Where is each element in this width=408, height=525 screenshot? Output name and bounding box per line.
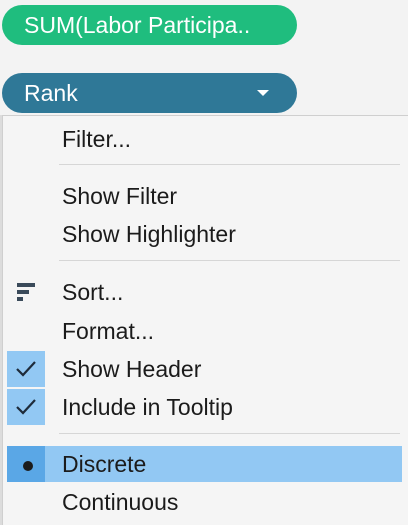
menu-item-label: Format... xyxy=(62,318,155,344)
menu-item-continuous[interactable]: Continuous xyxy=(3,484,402,520)
context-menu: Filter... Show Filter Show Highlighter S… xyxy=(2,115,408,525)
sort-icon xyxy=(17,283,35,301)
menu-separator xyxy=(59,260,400,261)
menu-item-label: Show Highlighter xyxy=(62,221,236,247)
checked-indicator xyxy=(7,389,45,425)
menu-item-label: Include in Tooltip xyxy=(62,394,233,420)
menu-separator xyxy=(59,164,400,165)
menu-item-label: Show Filter xyxy=(62,183,178,209)
menu-item-label: Filter... xyxy=(62,126,132,152)
menu-item-filter[interactable]: Filter... xyxy=(3,121,402,157)
menu-item-include-in-tooltip[interactable]: Include in Tooltip xyxy=(3,389,402,425)
menu-item-discrete[interactable]: Discrete xyxy=(7,446,402,482)
menu-item-label: Continuous xyxy=(62,489,179,515)
pill-context-menu-view: SUM(Labor Participa.. Rank Filter... Sho… xyxy=(0,0,408,525)
checked-indicator xyxy=(7,351,45,387)
dimension-pill[interactable]: Rank xyxy=(2,73,297,113)
dropdown-caret-icon[interactable] xyxy=(257,90,269,96)
radio-indicator xyxy=(7,446,45,482)
measure-pill[interactable]: SUM(Labor Participa.. xyxy=(2,5,297,45)
checkmark-icon xyxy=(16,399,36,415)
checkmark-icon xyxy=(16,361,36,377)
menu-item-label: Show Header xyxy=(62,356,202,382)
menu-item-show-header[interactable]: Show Header xyxy=(3,351,402,387)
measure-pill-label: SUM(Labor Participa.. xyxy=(24,11,251,38)
menu-item-format[interactable]: Format... xyxy=(3,313,402,349)
menu-item-label: Sort... xyxy=(62,279,124,305)
menu-item-show-highlighter[interactable]: Show Highlighter xyxy=(3,216,402,252)
menu-separator xyxy=(59,433,400,434)
menu-item-label: Discrete xyxy=(62,451,147,477)
menu-item-sort[interactable]: Sort... xyxy=(3,274,402,310)
dimension-pill-label: Rank xyxy=(24,79,78,106)
menu-item-show-filter[interactable]: Show Filter xyxy=(3,178,402,214)
radio-dot-icon xyxy=(23,461,33,471)
